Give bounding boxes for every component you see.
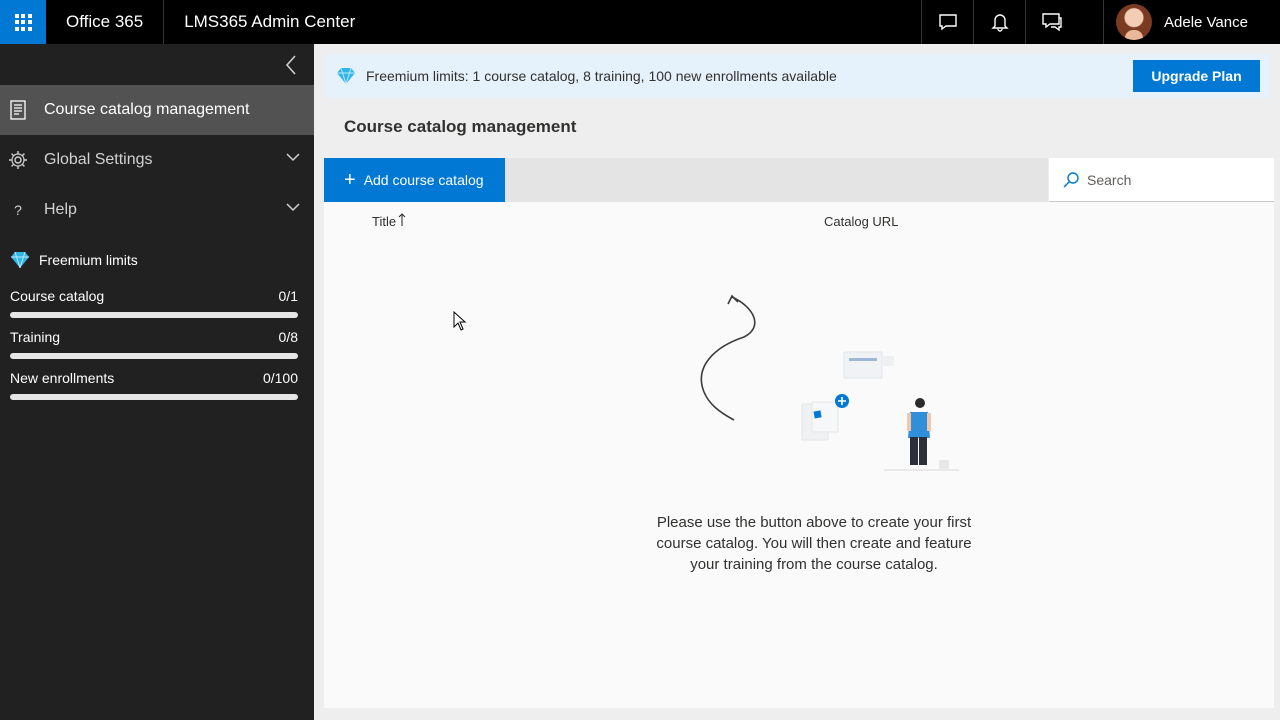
limit-value: 0/1 <box>278 288 298 304</box>
freemium-limits-header: Freemium limits <box>10 251 138 269</box>
catalog-icon <box>0 100 44 120</box>
sort-ascending-icon <box>398 212 406 226</box>
search-input[interactable]: Search <box>1087 172 1131 188</box>
catalog-list: Title Catalog URL Please use the button … <box>324 202 1274 708</box>
chevron-down-icon <box>286 153 300 162</box>
freemium-banner: Freemium limits: 1 course catalog, 8 tra… <box>324 54 1270 98</box>
app-name[interactable]: LMS365 Admin Center <box>164 0 375 44</box>
chat-button[interactable] <box>921 0 973 44</box>
sidebar-item-help[interactable]: ? Help <box>0 185 314 235</box>
upgrade-plan-button[interactable]: Upgrade Plan <box>1133 60 1260 92</box>
limit-value: 0/8 <box>278 329 298 345</box>
empty-state-message: Please use the button above to create yo… <box>656 514 972 573</box>
user-name: Adele Vance <box>1164 13 1248 31</box>
limit-value: 0/100 <box>262 370 298 386</box>
brand-label[interactable]: Office 365 <box>46 0 165 44</box>
limit-training: Training 0/8 <box>10 329 298 359</box>
chevron-down-icon <box>286 203 300 212</box>
add-course-catalog-label: Add course catalog <box>363 172 484 188</box>
diamond-icon <box>337 67 355 85</box>
main-content: Freemium limits: 1 course catalog, 8 tra… <box>314 44 1280 720</box>
plus-icon: + <box>344 169 356 191</box>
limit-progress-bar <box>10 394 298 400</box>
limit-label: Course catalog <box>10 288 105 304</box>
search-icon <box>1063 171 1079 188</box>
column-header-title[interactable]: Title <box>372 212 406 229</box>
sidebar-item-global-settings[interactable]: Global Settings <box>0 135 314 185</box>
sidebar-item-course-catalog[interactable]: Course catalog management <box>0 85 314 135</box>
top-actions: Adele Vance <box>921 0 1280 44</box>
sidebar-item-label: Course catalog management <box>44 101 250 118</box>
sidebar: Course catalog management Global Setting… <box>0 44 314 720</box>
limit-progress-bar <box>10 312 298 318</box>
question-icon: ? <box>14 202 22 218</box>
limit-label: Training <box>10 329 61 345</box>
add-course-catalog-button[interactable]: + Add course catalog <box>324 158 505 202</box>
limit-progress-bar <box>10 353 298 359</box>
diamond-icon <box>11 251 29 269</box>
notifications-button[interactable] <box>973 0 1025 44</box>
banner-text: Freemium limits: 1 course catalog, 8 tra… <box>366 68 837 84</box>
gear-icon <box>0 150 44 170</box>
sidebar-item-label: Global Settings <box>44 151 153 168</box>
limit-course-catalog: Course catalog 0/1 <box>10 288 298 318</box>
sidebar-item-label: Help <box>44 201 77 218</box>
empty-state-illustration <box>700 294 959 471</box>
app-launcher-icon <box>14 13 32 31</box>
search-box[interactable]: Search <box>1049 158 1274 202</box>
feedback-button[interactable] <box>1025 0 1077 44</box>
limit-new-enrollments: New enrollments 0/100 <box>10 370 298 400</box>
column-title-label: Title <box>372 214 397 229</box>
column-header-catalog-url[interactable]: Catalog URL <box>824 214 898 229</box>
mouse-pointer-icon <box>453 311 467 331</box>
page-title: Course catalog management <box>344 117 577 136</box>
freemium-limits-title: Freemium limits <box>39 252 138 268</box>
limit-label: New enrollments <box>10 370 115 386</box>
user-menu[interactable]: Adele Vance <box>1103 0 1280 44</box>
feedback-icon <box>1041 13 1062 32</box>
bell-icon <box>990 14 1009 32</box>
app-launcher-button[interactable] <box>0 0 46 44</box>
command-bar: + Add course catalog <box>324 158 1048 202</box>
chat-icon <box>938 14 957 31</box>
avatar <box>1116 4 1152 40</box>
top-bar: Office 365 LMS365 Admin Center Adele Van… <box>0 0 1280 44</box>
collapse-sidebar-icon[interactable] <box>282 54 302 76</box>
